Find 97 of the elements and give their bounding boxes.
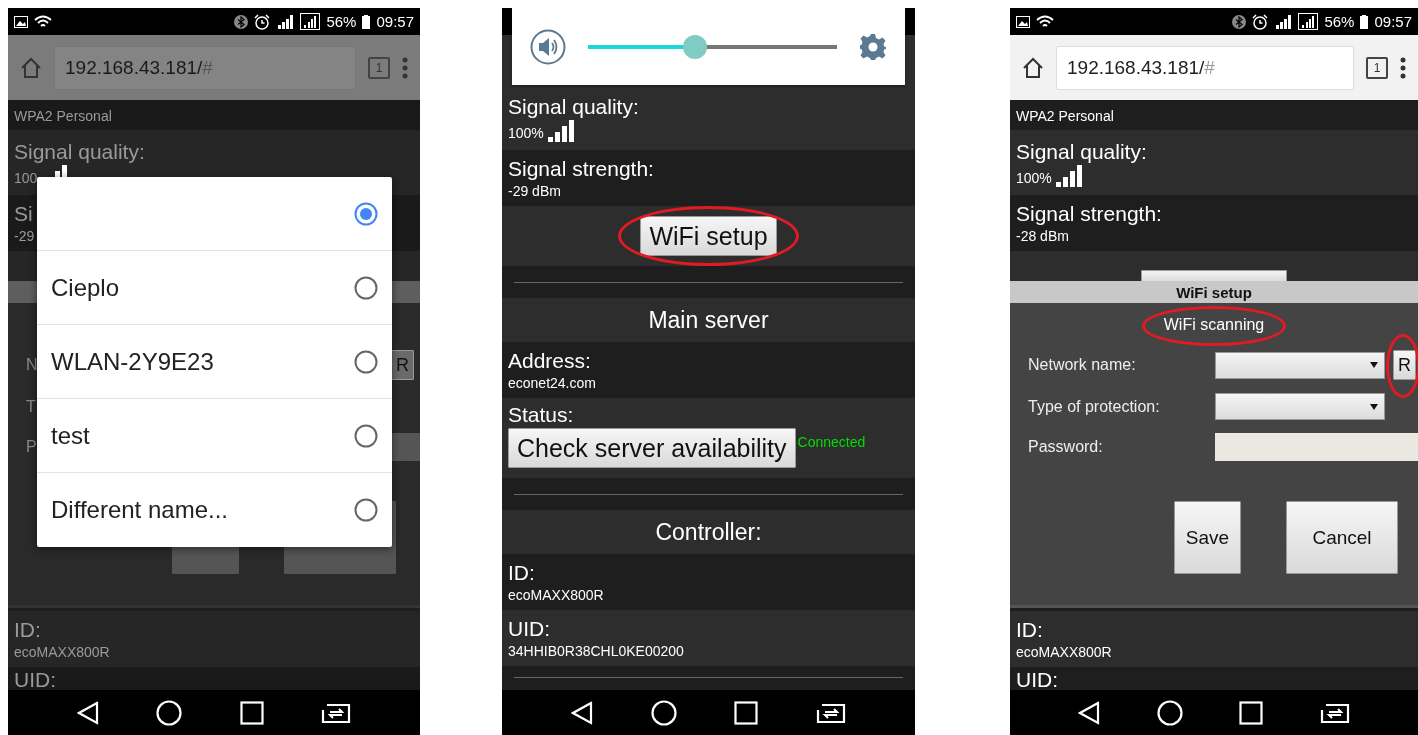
dropdown-field[interactable]: [1215, 393, 1385, 420]
field-label: ID:: [14, 617, 41, 643]
recents-icon[interactable]: [239, 700, 264, 725]
clock-time: 09:57: [376, 13, 414, 30]
signal-icon: [1298, 13, 1319, 30]
image-icon: [14, 15, 28, 28]
signal-bars-icon: [547, 119, 576, 142]
setup-button[interactable]: [1141, 270, 1287, 281]
back-icon[interactable]: [76, 700, 99, 725]
field-value: -29: [14, 227, 35, 245]
signal-icon: [276, 14, 295, 29]
field-value: econet24.com: [508, 374, 596, 392]
field-label: ID:: [1016, 617, 1043, 643]
field-label: ID:: [508, 560, 535, 586]
connection-status: Connected: [797, 434, 866, 450]
field-value: ecoMAXX800R: [508, 586, 604, 604]
battery-percent: 56%: [326, 13, 357, 30]
field-label: Address:: [508, 348, 591, 374]
save-button[interactable]: Save: [1174, 501, 1241, 574]
wifi-setup-button[interactable]: WiFi setup: [640, 216, 777, 256]
field-value: 100%: [508, 123, 544, 142]
home-icon[interactable]: [1022, 56, 1044, 79]
network-option[interactable]: WLAN-2Y9E23: [37, 325, 392, 399]
field-label: Si: [14, 201, 33, 227]
field-value: -28 dBm: [1016, 227, 1069, 245]
radio-button[interactable]: [354, 275, 378, 300]
address-bar[interactable]: 192.168.43.181/#: [1056, 45, 1354, 90]
field-label: T: [26, 397, 36, 416]
field-label: Signal quality:: [14, 138, 145, 165]
field-label: Signal quality:: [508, 93, 639, 120]
field-value: ecoMAXX800R: [14, 643, 110, 661]
bluetooth-icon: [234, 14, 249, 29]
field-label: Status:: [508, 402, 574, 428]
swap-arrows-icon[interactable]: [1319, 701, 1350, 724]
status-message: WiFi scanning: [1163, 316, 1265, 333]
radio-button[interactable]: [354, 201, 378, 226]
battery-percent: 56%: [1324, 13, 1355, 30]
field-value: WPA2 Personal: [14, 107, 112, 125]
field-value: ecoMAXX800R: [1016, 643, 1112, 661]
field-label: Type of protection:: [1028, 397, 1160, 416]
volume-slider[interactable]: [588, 34, 837, 59]
radio-button[interactable]: [354, 498, 378, 522]
network-option[interactable]: Different name...: [37, 473, 392, 547]
signal-bars-icon: [1055, 164, 1084, 187]
field-value: -29 dBm: [508, 182, 561, 200]
field-value: 34HHIB0R38CHL0KE00200: [508, 642, 684, 660]
field-label: P: [26, 438, 37, 456]
alarm-clock-icon: [1252, 13, 1269, 30]
settings-icon[interactable]: [859, 32, 887, 61]
section-heading: Controller:: [655, 518, 762, 546]
field-label: Signal strength:: [1016, 201, 1162, 227]
refresh-button[interactable]: R: [391, 350, 414, 380]
field-label: N: [26, 356, 38, 374]
section-heading: Main server: [648, 306, 769, 334]
field-value: 100%: [1016, 168, 1052, 187]
refresh-button[interactable]: R: [1393, 350, 1416, 380]
signal-icon: [1274, 14, 1293, 29]
field-label: Signal strength:: [508, 156, 654, 182]
slider-thumb[interactable]: [683, 34, 708, 59]
bluetooth-icon: [1232, 14, 1247, 29]
field-value: WPA2 Personal: [1016, 107, 1114, 125]
swap-arrows-icon[interactable]: [321, 701, 352, 724]
recents-icon[interactable]: [734, 700, 759, 725]
alarm-clock-icon: [254, 13, 271, 30]
radio-button[interactable]: [354, 423, 378, 448]
battery-icon: [362, 14, 371, 29]
recents-icon[interactable]: [1239, 700, 1264, 725]
cancel-button[interactable]: Cancel: [1286, 501, 1398, 574]
field-label: Signal quality:: [1016, 138, 1147, 165]
network-option[interactable]: test: [37, 399, 392, 473]
dropdown-field[interactable]: [1215, 351, 1385, 379]
radio-button[interactable]: [354, 349, 378, 374]
network-option[interactable]: Cieplo: [37, 251, 392, 325]
speaker-icon[interactable]: [530, 28, 566, 65]
image-icon: [1016, 15, 1030, 28]
wifi-icon: [34, 14, 52, 29]
field-label: UID:: [508, 616, 550, 642]
dropdown-arrow-icon: [1370, 362, 1378, 368]
clock-time: 09:57: [1374, 13, 1412, 30]
back-icon[interactable]: [1078, 700, 1101, 725]
field-label: Password:: [1028, 438, 1103, 456]
back-icon[interactable]: [570, 700, 593, 725]
swap-arrows-icon[interactable]: [816, 701, 847, 724]
dialog-header: WiFi setup: [1010, 281, 1418, 303]
field-label: UID:: [14, 667, 56, 690]
tab-count[interactable]: 1: [1366, 56, 1388, 79]
check-server-button[interactable]: Check server availability: [508, 428, 796, 468]
field-label: Network name:: [1028, 356, 1136, 374]
wifi-icon: [1036, 14, 1054, 29]
battery-icon: [1360, 14, 1369, 29]
address-bar[interactable]: 192.168.43.181/#: [54, 45, 356, 90]
password-field[interactable]: [1215, 433, 1418, 461]
menu-icon[interactable]: [1400, 56, 1406, 79]
field-value: 100: [14, 168, 38, 187]
dropdown-arrow-icon: [1370, 403, 1378, 410]
field-label: UID:: [1016, 667, 1058, 690]
signal-icon: [300, 13, 321, 30]
